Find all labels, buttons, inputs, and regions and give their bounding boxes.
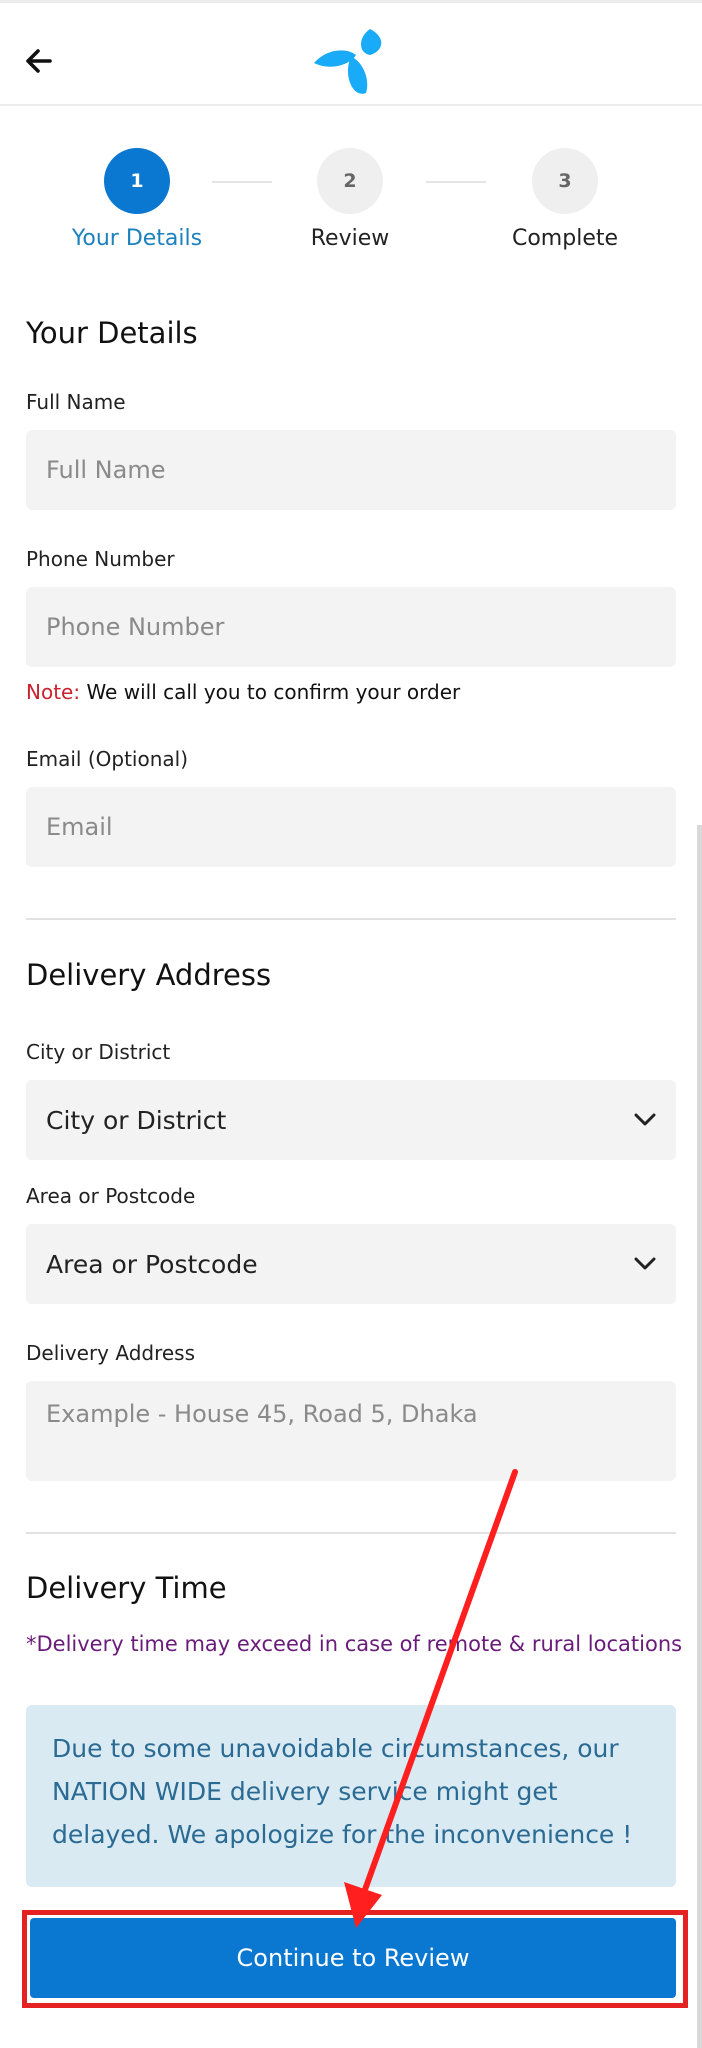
step-2-indicator: 2 [317, 148, 383, 214]
step-connector [426, 181, 486, 183]
back-button[interactable] [20, 41, 60, 81]
full-name-label: Full Name [26, 390, 126, 414]
step-3-indicator: 3 [532, 148, 598, 214]
step-2-number: 2 [343, 170, 357, 192]
area-select[interactable]: Area or Postcode [26, 1224, 676, 1304]
note-text: We will call you to confirm your order [80, 680, 461, 704]
chevron-down-icon [634, 1113, 656, 1126]
step-1-label: Your Details [71, 226, 203, 251]
area-label: Area or Postcode [26, 1184, 196, 1208]
delivery-address-textarea[interactable] [26, 1381, 676, 1481]
phone-number-label: Phone Number [26, 547, 175, 571]
section-divider [26, 1532, 676, 1534]
city-select[interactable]: City or District [26, 1080, 676, 1160]
chevron-down-icon [634, 1257, 656, 1270]
step-connector [212, 181, 272, 183]
delivery-delay-alert: Due to some unavoidable circumstances, o… [26, 1705, 676, 1887]
step-3-label: Complete [511, 226, 619, 251]
top-bar [0, 0, 702, 106]
phone-number-input[interactable] [26, 587, 676, 667]
email-label: Email (Optional) [26, 747, 189, 771]
delivery-address-heading: Delivery Address [26, 958, 272, 992]
delivery-time-heading: Delivery Time [26, 1571, 227, 1605]
area-select-value: Area or Postcode [46, 1249, 258, 1279]
phone-note: Note: We will call you to confirm your o… [26, 680, 460, 704]
email-input[interactable] [26, 787, 676, 867]
city-label: City or District [26, 1040, 171, 1064]
scrollbar[interactable] [697, 825, 702, 2048]
continue-to-review-button[interactable]: Continue to Review [30, 1918, 676, 1998]
delivery-time-note: *Delivery time may exceed in case of rem… [26, 1632, 683, 1656]
section-divider [26, 918, 676, 920]
full-name-input[interactable] [26, 430, 676, 510]
delivery-address-label: Delivery Address [26, 1341, 196, 1365]
your-details-heading: Your Details [26, 316, 198, 350]
telenor-logo [314, 29, 382, 94]
step-1-indicator: 1 [104, 148, 170, 214]
step-2-label: Review [310, 226, 390, 251]
arrow-left-icon [26, 49, 52, 73]
city-select-value: City or District [46, 1105, 227, 1135]
step-3-number: 3 [558, 170, 572, 192]
note-prefix: Note: [26, 680, 81, 704]
step-1-number: 1 [130, 170, 144, 192]
